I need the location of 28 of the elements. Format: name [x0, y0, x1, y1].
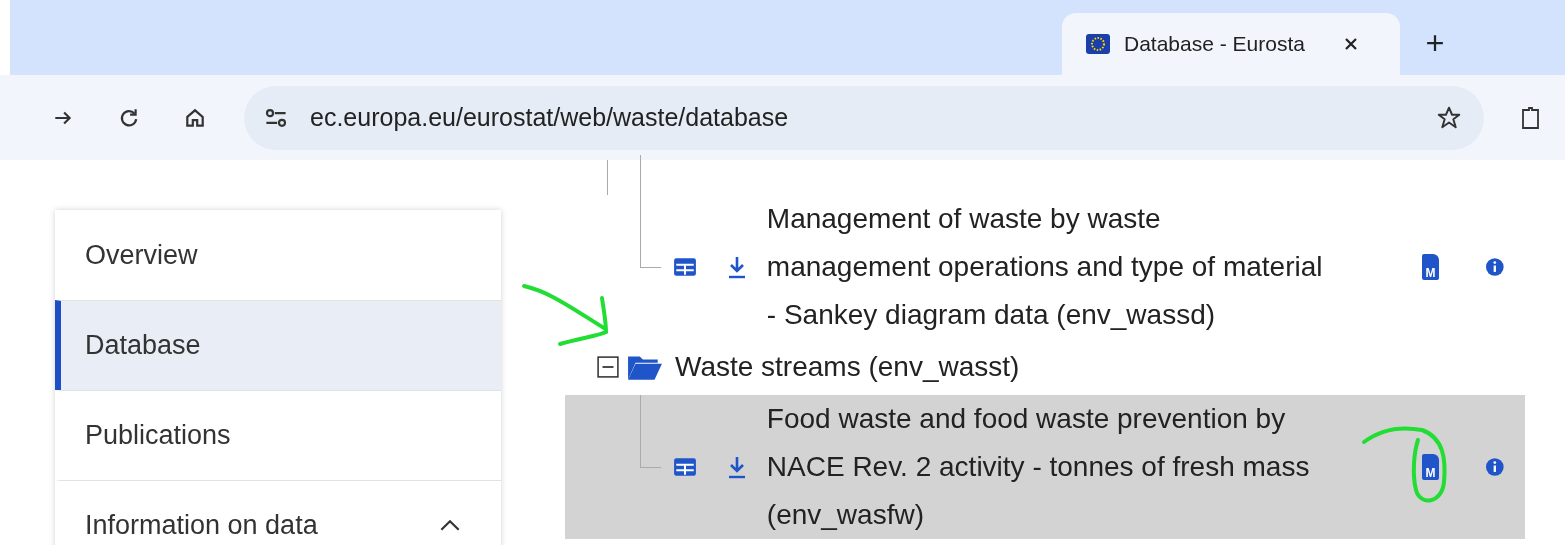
flag-icon — [1086, 34, 1110, 54]
chevron-up-icon — [439, 519, 461, 532]
star-icon[interactable] — [1436, 104, 1462, 131]
sidebar-item[interactable]: Publications — [55, 390, 501, 480]
folder-icon — [627, 353, 663, 381]
download-icon[interactable] — [726, 254, 747, 280]
metadata-icon[interactable]: M — [1421, 254, 1440, 280]
download-icon[interactable] — [726, 454, 747, 480]
sidebar-item[interactable]: Database — [55, 300, 501, 390]
collapse-icon[interactable] — [597, 356, 619, 378]
info-icon[interactable] — [1485, 257, 1505, 277]
tab-title: Database - Eurosta — [1124, 32, 1306, 56]
new-tab-icon[interactable] — [1426, 33, 1444, 52]
url-text: ec.europa.eu/eurostat/web/waste/database — [310, 103, 789, 132]
address-bar[interactable]: ec.europa.eu/eurostat/web/waste/database — [244, 85, 1484, 150]
browser-tab[interactable]: Database - Eurosta — [1062, 13, 1400, 75]
home-icon[interactable] — [184, 106, 206, 129]
table-icon[interactable] — [672, 257, 697, 277]
sidebar-item[interactable]: Overview — [55, 210, 501, 300]
folder-label[interactable]: Waste streams (env_wasst) — [675, 351, 1020, 383]
close-icon[interactable] — [1343, 36, 1359, 52]
dataset-title[interactable]: Management of waste by waste management operations and type of material - Sankey diagram data (env_wassd) — [766, 195, 1414, 339]
dataset-title[interactable]: Food waste and food waste prevention by NACE Rev. 2 activity - tonnes of fresh mass (env_wasfw) — [766, 395, 1414, 539]
info-icon[interactable] — [1485, 457, 1505, 477]
sidebar-item[interactable]: Information on data — [55, 480, 501, 545]
table-icon[interactable] — [672, 457, 697, 477]
reload-icon[interactable] — [118, 106, 140, 129]
metadata-icon[interactable]: M — [1421, 454, 1440, 480]
